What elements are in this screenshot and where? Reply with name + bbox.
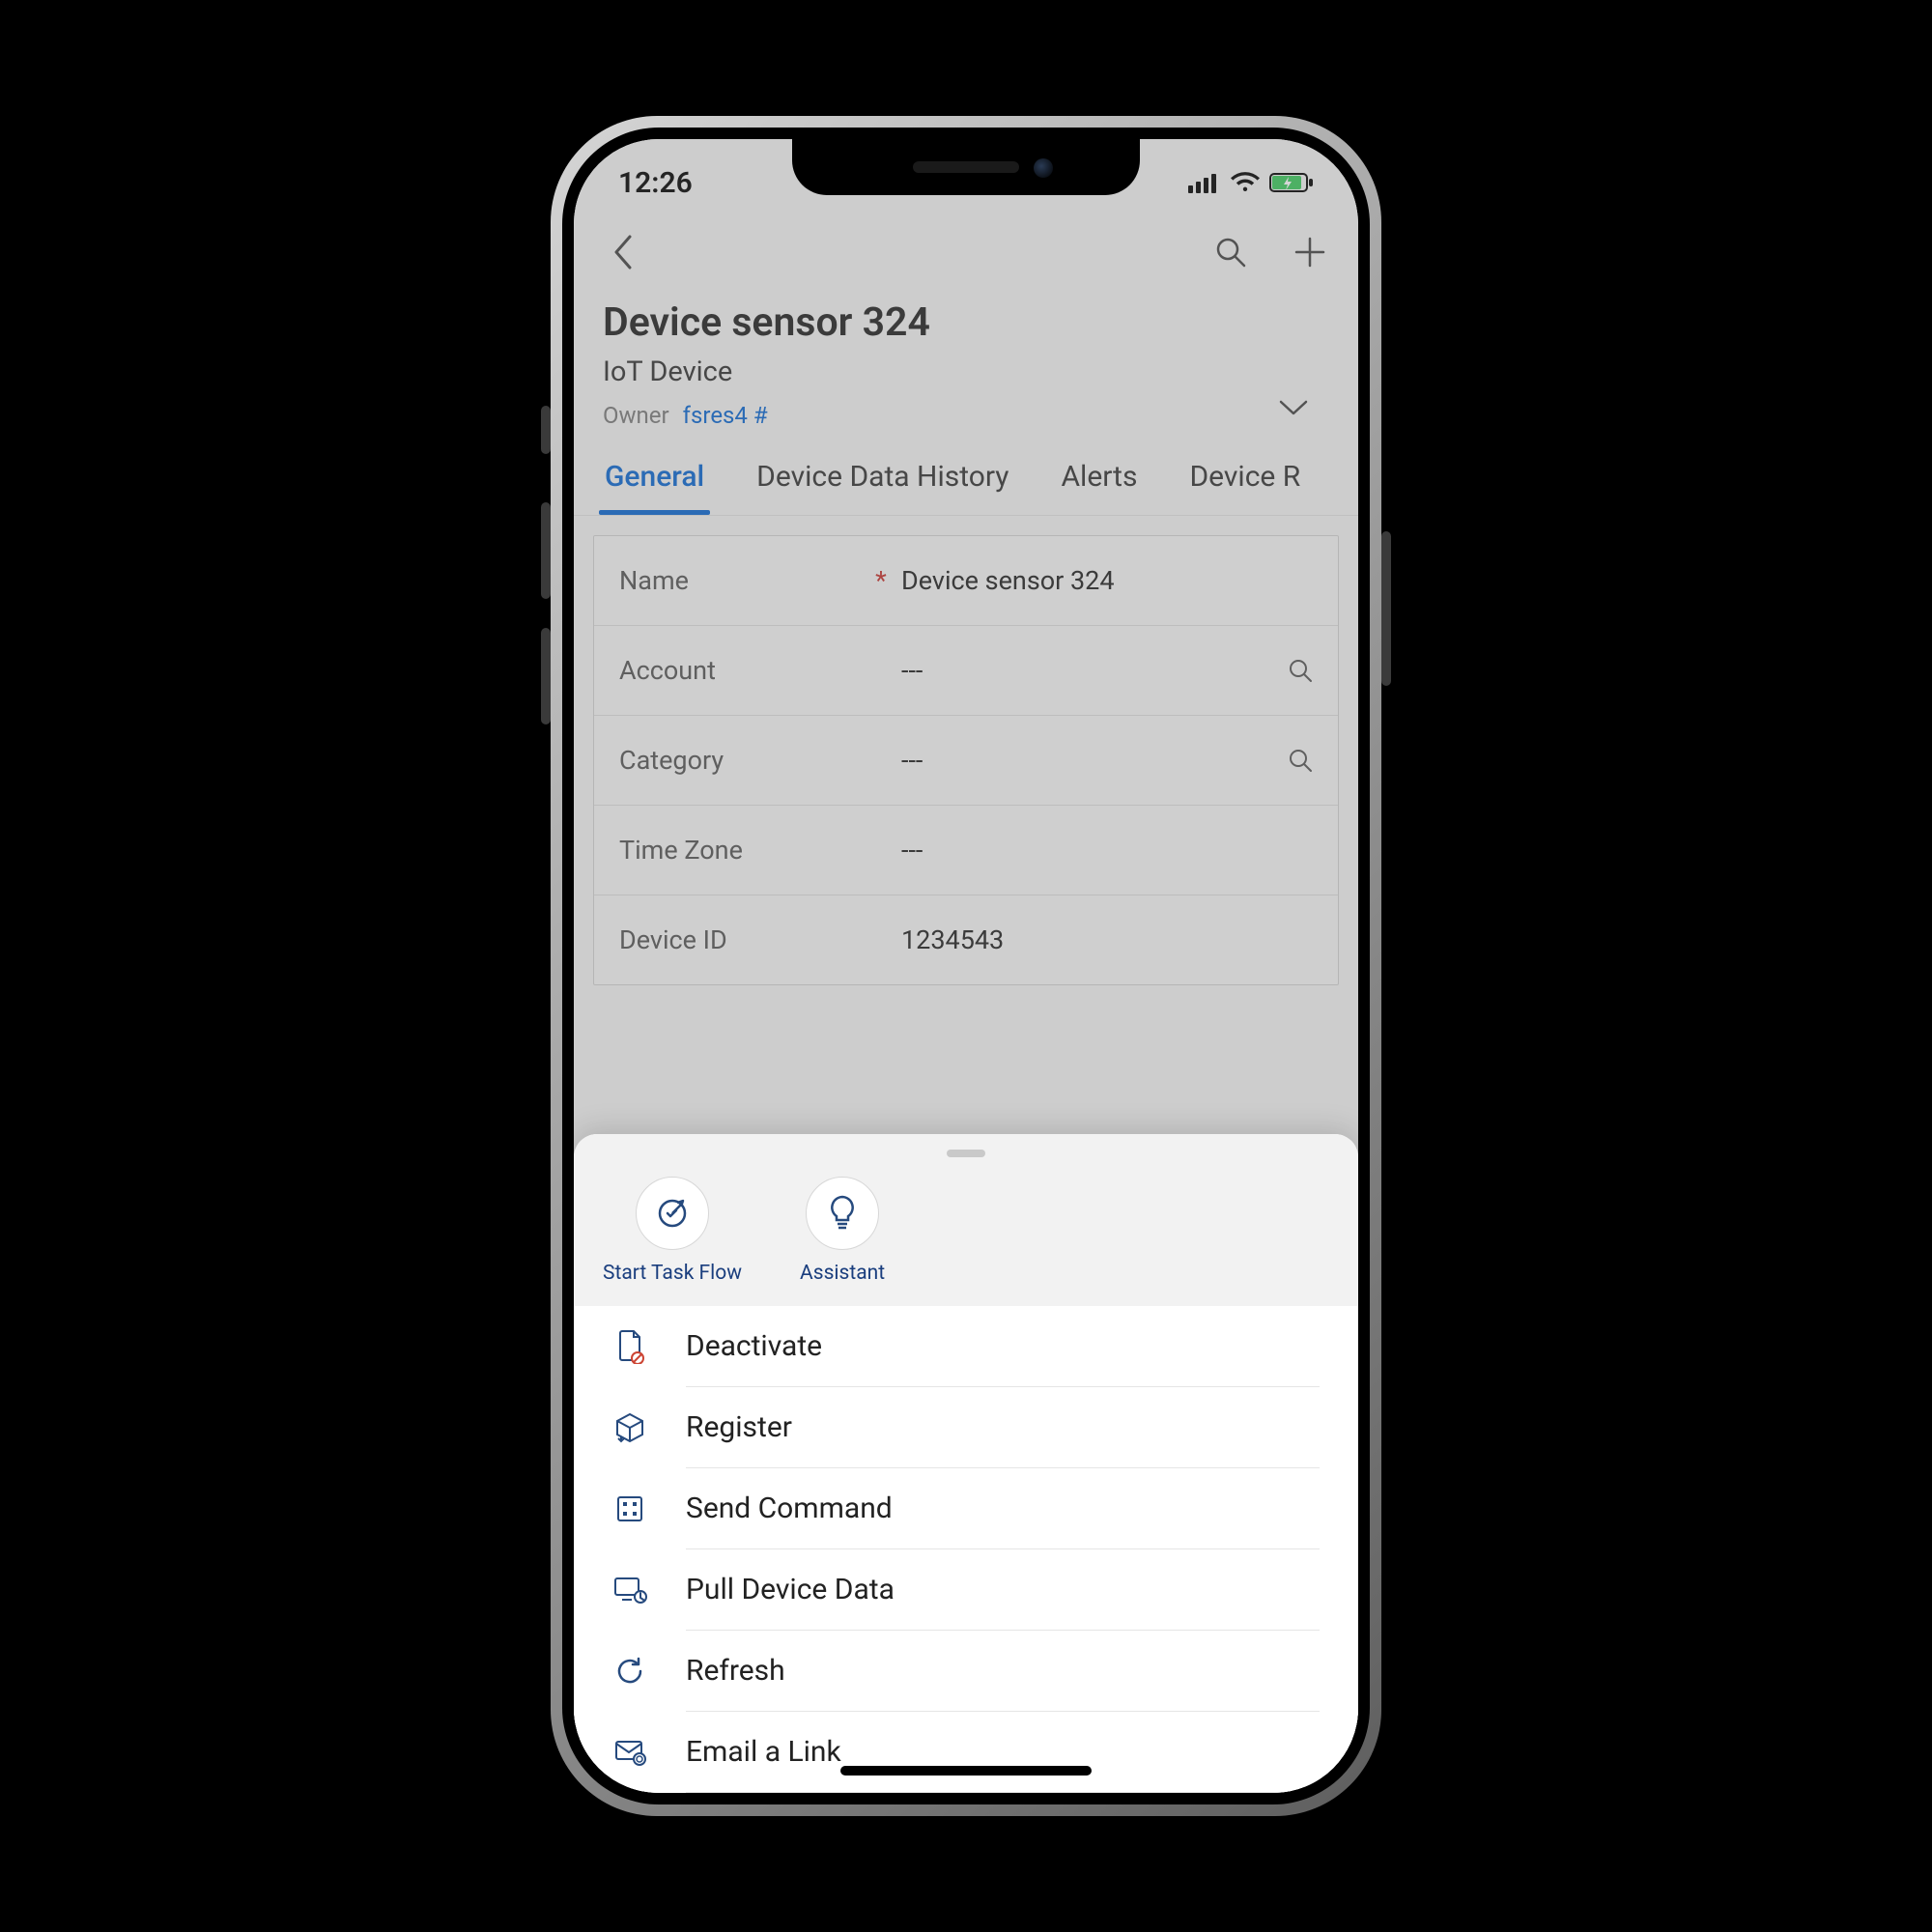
pull-data-icon bbox=[612, 1573, 647, 1607]
back-button[interactable] bbox=[603, 233, 641, 271]
email-link-icon bbox=[612, 1735, 647, 1770]
tab-alerts[interactable]: Alerts bbox=[1059, 442, 1139, 515]
menu-label: Send Command bbox=[686, 1492, 1320, 1549]
menu-label: Deactivate bbox=[686, 1329, 1320, 1387]
volume-down-button bbox=[541, 628, 551, 724]
menu-send-command[interactable]: Send Command bbox=[574, 1468, 1358, 1549]
field-category[interactable]: Category --- bbox=[594, 716, 1338, 806]
field-value: Device sensor 324 bbox=[901, 565, 1313, 596]
volume-up-button bbox=[541, 502, 551, 599]
quick-action-label: Assistant bbox=[800, 1262, 885, 1285]
refresh-icon bbox=[612, 1654, 647, 1689]
record-type-label: IoT Device bbox=[603, 355, 1329, 388]
quick-action-assistant[interactable]: Assistant bbox=[800, 1177, 885, 1285]
menu-label: Pull Device Data bbox=[686, 1573, 1320, 1631]
tab-bar: General Device Data History Alerts Devic… bbox=[574, 442, 1358, 516]
tab-general[interactable]: General bbox=[603, 442, 706, 515]
page-title: Device sensor 324 bbox=[603, 299, 1329, 346]
menu-register[interactable]: Register bbox=[574, 1387, 1358, 1468]
expand-header-button[interactable] bbox=[1277, 398, 1310, 417]
sheet-drag-handle[interactable] bbox=[574, 1134, 1358, 1163]
owner-link[interactable]: fsres4 # bbox=[683, 402, 768, 429]
tab-device-data-history[interactable]: Device Data History bbox=[754, 442, 1010, 515]
menu-label: Register bbox=[686, 1410, 1320, 1468]
record-header: Device sensor 324 IoT Device Owner fsres… bbox=[574, 292, 1358, 442]
menu-refresh[interactable]: Refresh bbox=[574, 1631, 1358, 1712]
phone-frame: 12:26 bbox=[551, 116, 1381, 1816]
status-time: 12:26 bbox=[618, 166, 693, 200]
add-button[interactable] bbox=[1291, 233, 1329, 271]
search-icon bbox=[1288, 748, 1313, 773]
search-icon bbox=[1214, 236, 1247, 269]
chevron-down-icon bbox=[1277, 398, 1310, 417]
tab-device-r[interactable]: Device R bbox=[1187, 442, 1302, 515]
navbar bbox=[574, 213, 1358, 292]
menu-pull-device-data[interactable]: Pull Device Data bbox=[574, 1549, 1358, 1631]
field-value: --- bbox=[901, 835, 1313, 866]
package-icon bbox=[612, 1410, 647, 1445]
field-label: Time Zone bbox=[619, 835, 861, 866]
wifi-icon bbox=[1231, 172, 1260, 193]
lookup-icon[interactable] bbox=[1288, 748, 1313, 773]
field-device-id[interactable]: Device ID 1234543 bbox=[594, 895, 1338, 984]
quick-action-label: Start Task Flow bbox=[603, 1262, 742, 1285]
chevron-left-icon bbox=[611, 233, 634, 271]
notch bbox=[792, 139, 1140, 195]
plus-icon bbox=[1293, 236, 1326, 269]
field-label: Account bbox=[619, 655, 861, 686]
field-account[interactable]: Account --- bbox=[594, 626, 1338, 716]
screen: 12:26 bbox=[574, 139, 1358, 1793]
field-label: Device ID bbox=[619, 924, 861, 955]
task-flow-icon bbox=[655, 1196, 690, 1231]
owner-label: Owner bbox=[603, 402, 669, 429]
action-sheet: Start Task Flow Assistant Deacti bbox=[574, 1134, 1358, 1793]
field-label: Name bbox=[619, 565, 861, 596]
field-value: --- bbox=[901, 745, 1276, 776]
menu-email-a-link[interactable]: Email a Link bbox=[574, 1712, 1358, 1793]
deactivate-icon bbox=[612, 1329, 647, 1364]
home-indicator[interactable] bbox=[840, 1766, 1092, 1776]
field-time-zone[interactable]: Time Zone --- bbox=[594, 806, 1338, 895]
menu-label: Email a Link bbox=[686, 1735, 1320, 1793]
field-value: 1234543 bbox=[901, 924, 1313, 955]
search-button[interactable] bbox=[1211, 233, 1250, 271]
search-icon bbox=[1288, 658, 1313, 683]
field-label: Category bbox=[619, 745, 861, 776]
battery-charging-icon bbox=[1269, 172, 1314, 193]
lookup-icon[interactable] bbox=[1288, 658, 1313, 683]
lightbulb-icon bbox=[827, 1194, 858, 1233]
menu-label: Refresh bbox=[686, 1654, 1320, 1712]
field-name[interactable]: Name * Device sensor 324 bbox=[594, 536, 1338, 626]
field-value: --- bbox=[901, 655, 1276, 686]
quick-action-start-task-flow[interactable]: Start Task Flow bbox=[603, 1177, 742, 1285]
command-icon bbox=[612, 1492, 647, 1526]
menu-deactivate[interactable]: Deactivate bbox=[574, 1306, 1358, 1387]
power-button bbox=[1381, 531, 1391, 686]
general-form: Name * Device sensor 324 Account --- Cat… bbox=[593, 535, 1339, 985]
mute-switch bbox=[541, 406, 551, 454]
required-asterisk: * bbox=[872, 565, 890, 596]
signal-icon bbox=[1188, 172, 1221, 193]
